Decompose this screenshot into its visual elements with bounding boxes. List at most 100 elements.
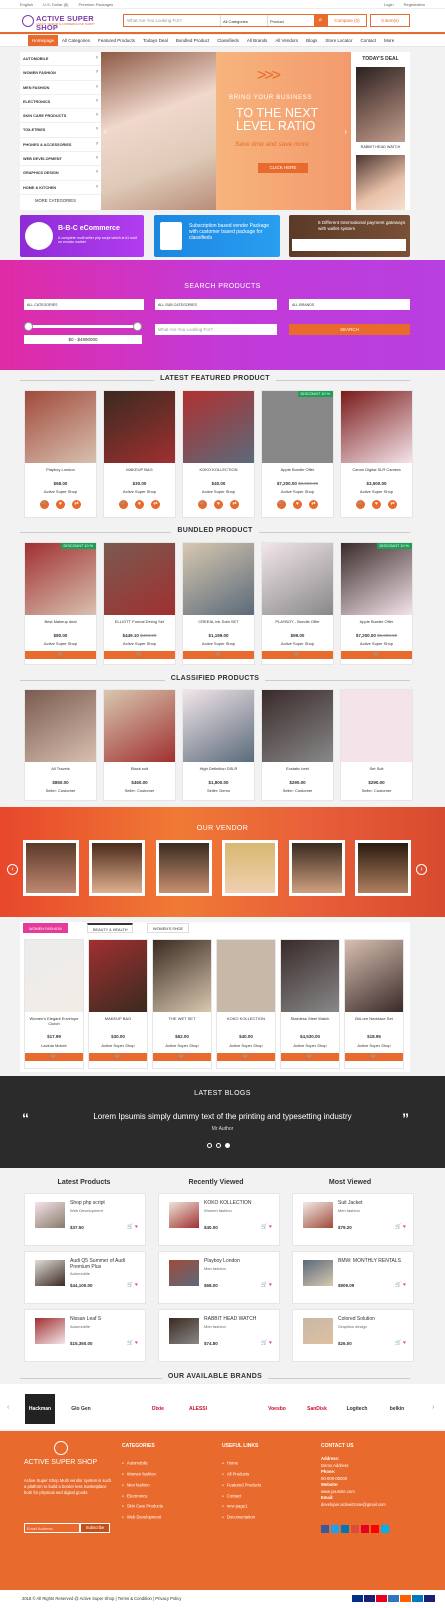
- add-to-cart-button[interactable]: 🛒: [153, 1053, 211, 1061]
- language-select[interactable]: English: [20, 2, 33, 7]
- product-image[interactable]: [25, 543, 96, 615]
- logo[interactable]: ACTIVE SUPER SHOP A MULTI VENDOR E-COMME…: [22, 13, 117, 32]
- compare-button[interactable]: Compare (0): [327, 14, 367, 27]
- mini-product[interactable]: Suit Jacket Men fashion $79.20 🛒 ♥: [292, 1193, 414, 1246]
- brand-logo[interactable]: Hackman: [25, 1394, 55, 1424]
- product-name[interactable]: CREEAL ink Sofa SET: [183, 619, 254, 624]
- product-name[interactable]: KOKO KOLLECTION: [217, 1016, 275, 1021]
- product-card[interactable]: ELLIOTT Formal Dining Set $449.10 $499.00…: [103, 542, 176, 665]
- shop-name[interactable]: Active Super Shop: [183, 641, 254, 646]
- product-image[interactable]: [89, 940, 147, 1012]
- mini-product[interactable]: Audi Q5 Summer of Audi Premium Plus Autom…: [24, 1251, 146, 1304]
- nav-more[interactable]: More: [380, 35, 398, 46]
- footer-link[interactable]: Women fashion: [122, 1469, 163, 1480]
- shop-name[interactable]: Seller: Customer: [341, 788, 412, 793]
- shop-name[interactable]: Active Super Shop: [25, 489, 96, 494]
- facebook-icon[interactable]: [321, 1525, 329, 1533]
- skype-icon[interactable]: [381, 1525, 389, 1533]
- hero-slider[interactable]: >>> BRING YOUR BUSINESS TO THE NEXT LEVEL…: [101, 52, 351, 210]
- currency-select[interactable]: U.S. Dollar ($): [43, 2, 68, 7]
- twitter-icon[interactable]: [331, 1525, 339, 1533]
- mini-product[interactable]: Shop php script Web Development $37.50 🛒 ♥: [24, 1193, 146, 1246]
- product-name[interactable]: Colored Solution: [338, 1316, 413, 1323]
- add-to-cart-button[interactable]: 🛒: [89, 1053, 147, 1061]
- brand-logo[interactable]: ALESSI: [183, 1394, 213, 1424]
- category-item[interactable]: WEB DEVELOPMENT: [20, 152, 101, 167]
- heart-icon[interactable]: ♥: [269, 1224, 272, 1230]
- product-card[interactable]: MAKEUP BAG $30.00 Active Super Shop 🛒 ♥ ⇄: [103, 390, 176, 518]
- nav-brands[interactable]: All Brands: [243, 35, 272, 46]
- product-image[interactable]: [183, 391, 254, 463]
- footer-link[interactable]: Skin Care Products: [122, 1501, 163, 1512]
- shop-name[interactable]: Active Super Shop: [104, 641, 175, 646]
- product-card[interactable]: KOKO KOLLECTION $40.00 Active Super Shop 🛒: [216, 939, 276, 1069]
- shop-name[interactable]: Active Super Shop: [341, 489, 412, 494]
- product-image[interactable]: [341, 543, 412, 615]
- shop-name[interactable]: Active Super Shop: [183, 489, 254, 494]
- product-card[interactable]: PLAYBOY - Bundle Offer $99.00 Active Super…: [261, 542, 334, 665]
- cart-icon[interactable]: 🛒: [119, 500, 128, 509]
- login-link[interactable]: Login: [384, 2, 394, 7]
- product-image[interactable]: [25, 690, 96, 762]
- nav-contact[interactable]: Contact: [356, 35, 380, 46]
- heart-icon[interactable]: ♥: [56, 500, 65, 509]
- deal-image[interactable]: [356, 155, 405, 210]
- add-to-cart-button[interactable]: 🛒: [217, 1053, 275, 1061]
- brand-logo[interactable]: Voesbo: [262, 1394, 292, 1424]
- compare-icon[interactable]: ⇄: [151, 500, 160, 509]
- product-thumb[interactable]: [35, 1318, 65, 1344]
- cart-icon[interactable]: 🛒: [198, 500, 207, 509]
- brand-logo[interactable]: Dixie: [143, 1394, 173, 1424]
- add-to-cart-button[interactable]: 🛒: [25, 1053, 83, 1061]
- nav-bundled[interactable]: Bundled Product: [172, 35, 213, 46]
- product-name[interactable]: Apple Bundle Offer: [262, 467, 333, 472]
- product-name[interactable]: ELLIOTT Formal Dining Set: [104, 619, 175, 624]
- mini-product[interactable]: Playboy London Men fashion $68.00 🛒 ♥: [158, 1251, 280, 1304]
- shop-name[interactable]: Seller: Customer: [262, 788, 333, 793]
- footer-link[interactable]: Contact: [222, 1491, 261, 1502]
- promo-banner-3[interactable]: 5 Different International payment gatewa…: [289, 215, 410, 257]
- vendor-avatar[interactable]: [355, 840, 411, 896]
- promo-banner-1[interactable]: B-B-C eCommerce A complete multi seller …: [20, 215, 144, 257]
- product-image[interactable]: [341, 690, 412, 762]
- product-name[interactable]: Playboy London: [25, 467, 96, 472]
- product-thumb[interactable]: [169, 1318, 199, 1344]
- product-name[interactable]: KOKO KOLLECTION: [183, 467, 254, 472]
- product-name[interactable]: KOKO KOLLECTION: [204, 1200, 279, 1207]
- vendor-avatar[interactable]: [222, 840, 278, 896]
- cart-icon[interactable]: 🛒: [40, 500, 49, 509]
- tab-women-fashion[interactable]: WOMEN FASHION: [23, 923, 68, 933]
- product-thumb[interactable]: [303, 1260, 333, 1286]
- product-name[interactable]: Women's Elegant Envelope Clutch: [25, 1016, 83, 1026]
- product-card[interactable]: BriLore Necklace Set $18.95 Active Super S…: [344, 939, 404, 1069]
- mini-product[interactable]: Nissan Leaf S Automobile $15,360.00 🛒 ♥: [24, 1309, 146, 1362]
- nav-todays-deal[interactable]: Todays Deal: [139, 35, 172, 46]
- vendor-next-icon[interactable]: ›: [416, 864, 427, 875]
- compare-icon[interactable]: ⇄: [309, 500, 318, 509]
- shop-name[interactable]: Active Super Shop: [345, 1043, 403, 1048]
- product-card[interactable]: CREEAL ink Sofa SET $1,199.00 Active Super…: [182, 542, 255, 665]
- product-name[interactable]: Apple Bundle Offer: [341, 619, 412, 624]
- footer-link[interactable]: Featured Products: [222, 1480, 261, 1491]
- shop-name[interactable]: Lavinia Mckee: [25, 1043, 83, 1048]
- tab-beauty-health[interactable]: BEAUTY & HEALTH: [87, 923, 134, 933]
- linkedin-icon[interactable]: [341, 1525, 349, 1533]
- deal-name[interactable]: RABBIT HEAD WATCH: [351, 145, 410, 149]
- heart-icon[interactable]: ♥: [135, 1224, 138, 1230]
- product-card[interactable]: DISCOUNT 10 % Best Makeup deal $80.00 Activ…: [24, 542, 97, 665]
- shop-name[interactable]: Seller: Customer: [25, 788, 96, 793]
- category-item[interactable]: PHONES & ACCESSORIES: [20, 138, 101, 153]
- product-name[interactable]: Suit Jacket: [338, 1200, 413, 1207]
- product-name[interactable]: MAKEUP BAG: [104, 467, 175, 472]
- search-button[interactable]: ⌕: [314, 15, 327, 26]
- product-thumb[interactable]: [35, 1260, 65, 1286]
- product-name[interactable]: Audi Q5 Summer of Audi Premium Plus: [70, 1258, 145, 1270]
- brand-logo[interactable]: Glo Gen: [66, 1394, 96, 1424]
- product-card[interactable]: MAKEUP BAG $30.00 Active Super Shop 🛒: [88, 939, 148, 1069]
- compare-icon[interactable]: ⇄: [230, 500, 239, 509]
- search-submit-button[interactable]: SEARCH: [289, 324, 410, 335]
- product-card[interactable]: DISCOUNT 10 % Apple Bundle Offer $7,200.00…: [340, 542, 413, 665]
- product-name[interactable]: Nissan Leaf S: [70, 1316, 145, 1323]
- product-thumb[interactable]: [303, 1318, 333, 1344]
- nav-all-categories[interactable]: All Categories: [58, 35, 94, 46]
